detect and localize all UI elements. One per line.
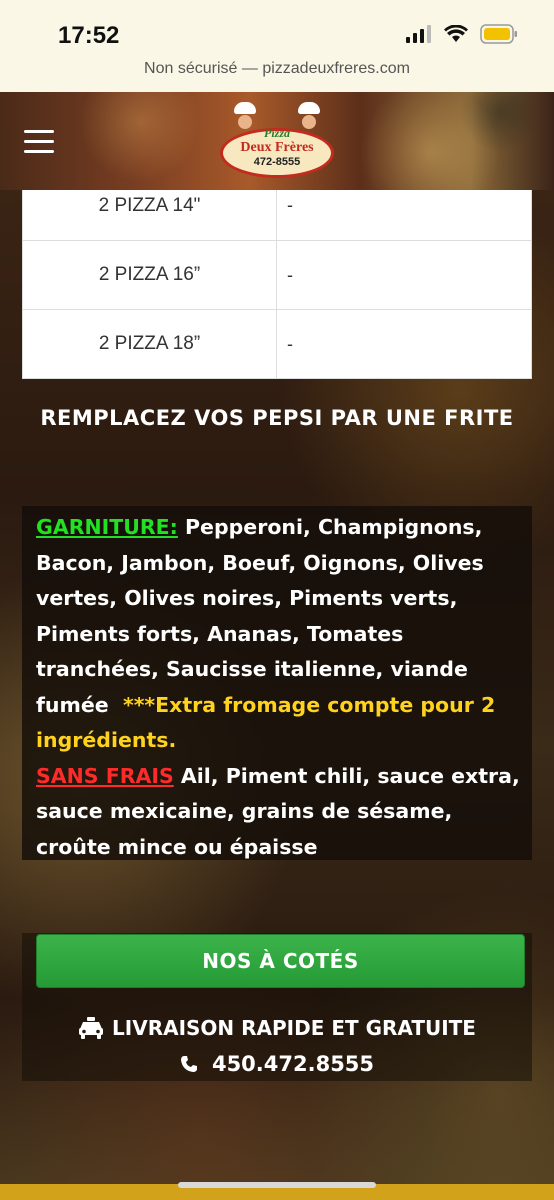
logo-phone: 472-8555 [253, 156, 301, 168]
garniture-box: GARNITURE: Pepperoni, Champignons, Bacon… [22, 506, 532, 860]
battery-icon [480, 24, 517, 44]
home-indicator[interactable] [178, 1182, 376, 1188]
price-cell: - [287, 264, 293, 285]
garniture-label: GARNITURE: [36, 515, 178, 539]
address-bar[interactable]: Non sécurisé — pizzadeuxfreres.com [0, 60, 554, 78]
signal-icon [406, 25, 431, 43]
status-icons [406, 24, 518, 44]
section-title: REMPLACEZ VOS PEPSI PAR UNE FRITE [40, 406, 514, 430]
size-cell: 2 PIZZA 14" [23, 190, 277, 240]
clock: 17:52 [58, 22, 120, 49]
table-row: 2 PIZZA 14" - [23, 190, 531, 240]
logo[interactable]: Pizza Deux Frères 472-8555 [220, 102, 334, 184]
price-cell: - [287, 195, 293, 215]
logo-top-text: Pizza [263, 126, 290, 140]
logo-name: Deux Frères [240, 140, 314, 155]
size-cell: 2 PIZZA 18” [23, 310, 277, 378]
delivery-line: LIVRAISON RAPIDE ET GRATUITE [0, 1016, 554, 1040]
hamburger-icon[interactable] [24, 130, 54, 154]
price-table: 2 PIZZA 14" - 2 PIZZA 16” - 2 PIZZA 18” … [22, 190, 532, 379]
taxi-icon [79, 1017, 104, 1039]
phone-line[interactable]: 450.472.8555 [0, 1052, 554, 1076]
garniture-items: Pepperoni, Champignons, Bacon, Jambon, B… [36, 515, 484, 717]
wifi-icon [444, 25, 468, 42]
phone-number[interactable]: 450.472.8555 [212, 1052, 374, 1076]
nos-a-cotes-button[interactable]: NOS À COTÉS [36, 934, 525, 988]
site-header: Pizza Deux Frères 472-8555 [0, 92, 554, 190]
status-bar: 17:52 Non sécurisé — pizzadeuxfreres.com [0, 0, 554, 92]
phone-icon [180, 1056, 197, 1072]
main-content: 2 PIZZA 14" - 2 PIZZA 16” - 2 PIZZA 18” … [0, 190, 554, 1200]
table-row: 2 PIZZA 16” - [23, 240, 531, 309]
delivery-label: LIVRAISON RAPIDE ET GRATUITE [112, 1016, 476, 1040]
sans-frais-label: SANS FRAIS [36, 763, 174, 788]
table-row: 2 PIZZA 18” - [23, 309, 531, 378]
size-cell: 2 PIZZA 16” [23, 241, 277, 309]
price-cell: - [287, 333, 293, 354]
